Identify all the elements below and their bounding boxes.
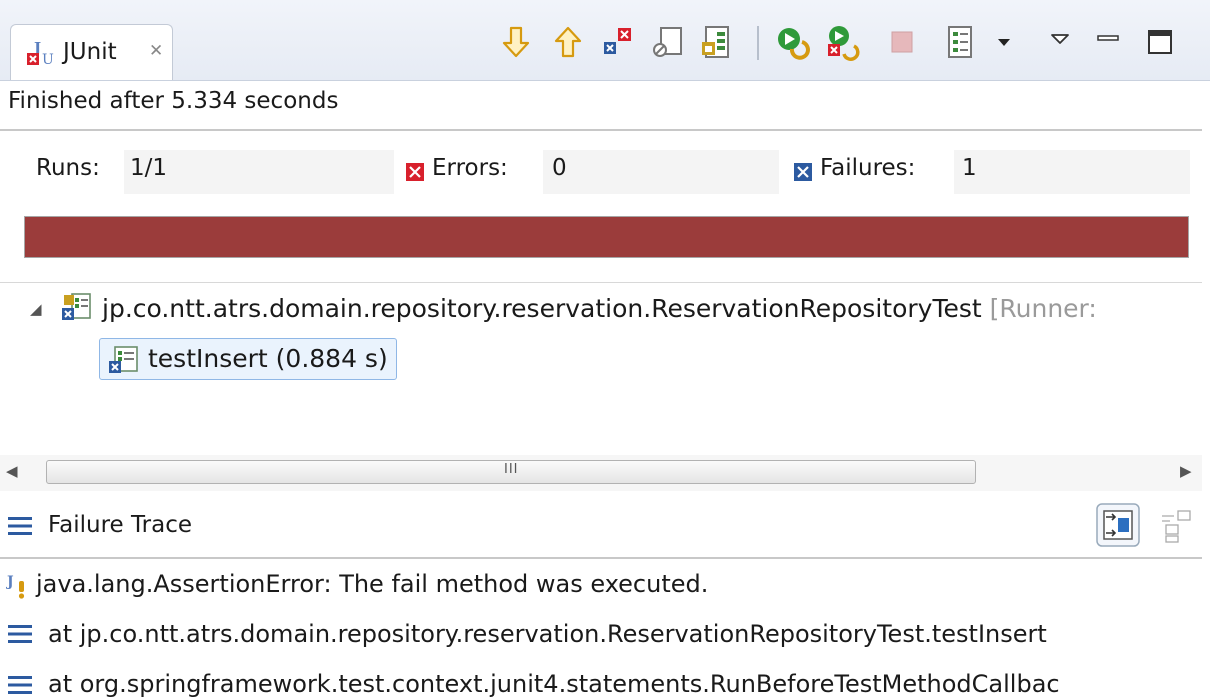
trace-line-exception[interactable]: java.lang.AssertionError: The fail metho…: [36, 570, 708, 598]
trace-line-frame[interactable]: at org.springframework.test.context.juni…: [48, 670, 1060, 698]
test-suite-failed-icon: [62, 293, 91, 320]
scroll-right-arrow-icon[interactable]: ▶: [1180, 462, 1192, 480]
history-dropdown-icon[interactable]: [986, 22, 1026, 62]
compare-result-icon[interactable]: [1160, 508, 1194, 544]
close-tab-icon[interactable]: ✕: [149, 43, 163, 60]
junit-view-tab[interactable]: J U JUnit ✕: [10, 24, 173, 80]
previous-failure-icon[interactable]: [548, 22, 588, 62]
next-failure-icon[interactable]: [496, 22, 536, 62]
rerun-test-icon[interactable]: [772, 22, 812, 62]
stack-frame-icon: [8, 676, 32, 694]
failures-value: 1: [962, 155, 977, 181]
test-run-history-icon[interactable]: [940, 22, 980, 62]
trace-line-frame[interactable]: at jp.co.ntt.atrs.domain.repository.rese…: [48, 620, 1047, 648]
errors-label: Errors:: [432, 155, 508, 181]
divider: [0, 557, 1202, 559]
rerun-failed-first-icon[interactable]: [822, 22, 862, 62]
divider: [0, 129, 1202, 131]
error-icon: [406, 163, 424, 181]
test-runner-label: [Runner:: [989, 294, 1097, 323]
exception-icon: J: [6, 574, 25, 599]
failure-icon: [794, 163, 812, 181]
runs-value: 1/1: [130, 155, 168, 181]
maximize-icon[interactable]: [1140, 22, 1180, 62]
filter-stack-trace-icon[interactable]: [1096, 503, 1140, 547]
svg-text:J: J: [6, 574, 14, 590]
stack-trace-icon: [8, 517, 32, 535]
junit-icon: J U: [27, 39, 54, 68]
tree-item-test-case[interactable]: testInsert (0.884 s): [99, 338, 397, 380]
test-suite-name: jp.co.ntt.atrs.domain.repository.reserva…: [102, 294, 982, 323]
collapse-toggle-icon[interactable]: ◢: [30, 300, 42, 318]
svg-text:U: U: [42, 52, 54, 68]
test-case-name: testInsert (0.884 s): [148, 344, 388, 373]
tab-title: JUnit: [63, 39, 117, 65]
runs-label: Runs:: [36, 155, 100, 181]
test-progress-bar: [24, 216, 1189, 258]
scroll-left-arrow-icon[interactable]: ◀: [6, 462, 18, 480]
run-status-text: Finished after 5.334 seconds: [8, 88, 339, 114]
errors-field: [543, 150, 779, 194]
test-run-session-icon[interactable]: [696, 22, 736, 62]
stack-frame-icon: [8, 625, 32, 643]
view-menu-icon[interactable]: [1040, 22, 1080, 62]
tree-item-test-suite[interactable]: jp.co.ntt.atrs.domain.repository.reserva…: [102, 294, 1097, 323]
minimize-icon[interactable]: [1088, 22, 1128, 62]
test-case-failed-icon: [109, 346, 138, 373]
scrollbar-grip: III: [504, 462, 519, 477]
scroll-lock-icon[interactable]: [648, 22, 688, 62]
failures-label: Failures:: [820, 155, 916, 181]
stop-icon[interactable]: [882, 22, 922, 62]
divider: [0, 282, 1202, 283]
toolbar-separator: [757, 26, 759, 60]
failures-field: [954, 150, 1190, 194]
show-failures-only-icon[interactable]: [598, 22, 638, 62]
errors-value: 0: [552, 155, 567, 181]
failure-trace-title: Failure Trace: [48, 512, 192, 538]
